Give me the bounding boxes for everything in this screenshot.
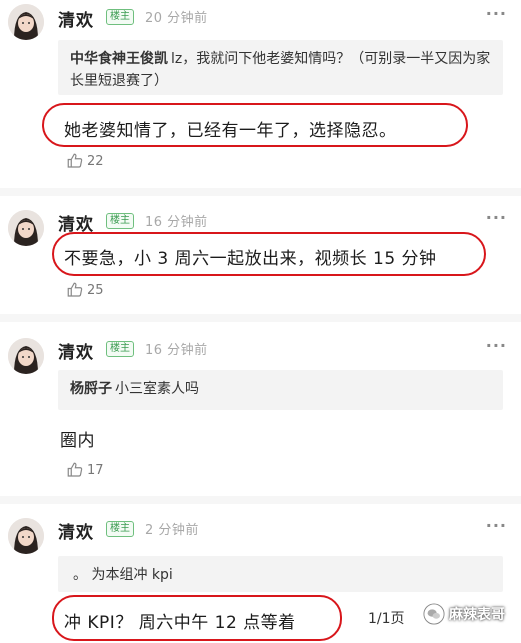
username[interactable]: 清欢 — [58, 6, 94, 31]
like-button[interactable]: 22 — [66, 152, 104, 170]
highlight-oval — [42, 103, 468, 147]
avatar[interactable] — [8, 338, 44, 374]
divider — [0, 314, 521, 322]
more-options-icon[interactable]: ··· — [486, 4, 507, 23]
wechat-logo-icon — [423, 603, 445, 625]
quoted-text: 。 为本组冲 kpi — [73, 567, 173, 583]
username[interactable]: 清欢 — [58, 338, 94, 363]
like-count: 25 — [87, 282, 104, 298]
avatar[interactable] — [8, 210, 44, 246]
page-indicator[interactable]: 1/1页 — [368, 608, 405, 628]
op-badge: 楼主 — [106, 213, 134, 229]
timestamp: 20 分钟前 — [145, 11, 208, 26]
quoted-username[interactable]: 中华食神王俊凯 — [70, 51, 168, 67]
comment-text: 圈内 — [60, 431, 95, 451]
quoted-reply[interactable]: 中华食神王俊凯 lz，我就问下他老婆知情吗？（可别录一半又因为家长里短退赛了） — [58, 40, 503, 95]
like-count: 17 — [87, 462, 104, 478]
thumbs-up-icon — [67, 153, 83, 168]
watermark: 麻辣表哥 — [423, 603, 505, 625]
like-button[interactable]: 25 — [66, 281, 104, 299]
avatar[interactable] — [8, 518, 44, 554]
timestamp: 2 分钟前 — [145, 523, 199, 538]
divider — [0, 496, 521, 504]
like-button[interactable]: 17 — [66, 461, 104, 479]
timestamp: 16 分钟前 — [145, 343, 208, 358]
timestamp: 16 分钟前 — [145, 215, 208, 230]
divider — [0, 188, 521, 196]
more-options-icon[interactable]: ··· — [486, 208, 507, 227]
like-count: 22 — [87, 153, 104, 169]
avatar[interactable] — [8, 4, 44, 40]
op-badge: 楼主 — [106, 9, 134, 25]
quoted-text: 小三室素人吗 — [115, 381, 199, 397]
highlight-oval — [52, 595, 342, 641]
more-options-icon[interactable]: ··· — [486, 516, 507, 535]
thumbs-up-icon — [67, 282, 83, 297]
quoted-reply[interactable]: 杨脟子 小三室素人吗 — [58, 370, 503, 410]
quoted-reply[interactable]: 。 为本组冲 kpi — [58, 556, 503, 592]
username[interactable]: 清欢 — [58, 518, 94, 543]
thumbs-up-icon — [67, 462, 83, 477]
highlight-oval — [52, 232, 486, 276]
watermark-text: 麻辣表哥 — [449, 607, 505, 623]
op-badge: 楼主 — [106, 521, 134, 537]
op-badge: 楼主 — [106, 341, 134, 357]
quoted-username[interactable]: 杨脟子 — [70, 381, 112, 397]
more-options-icon[interactable]: ··· — [486, 336, 507, 355]
